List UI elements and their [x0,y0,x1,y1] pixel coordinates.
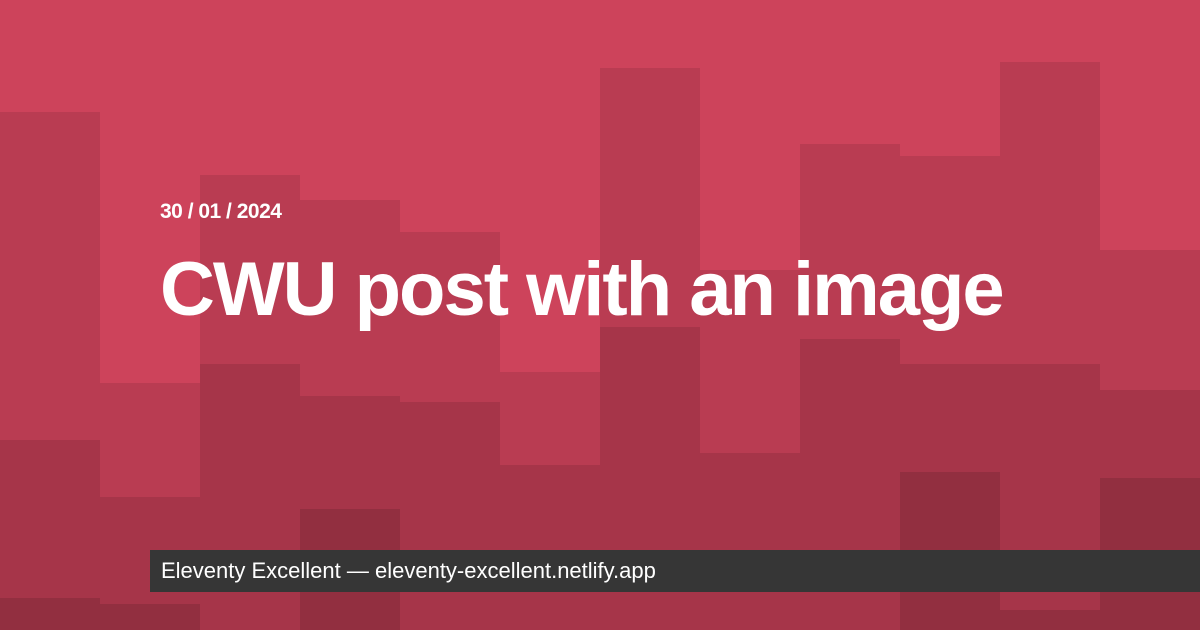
background-block [0,598,100,630]
post-title: CWU post with an image [160,247,1005,332]
background-block [1000,610,1100,630]
background-block [700,453,800,630]
site-footer-bar: Eleventy Excellent — eleventy-excellent.… [150,550,1200,592]
background-block [400,402,500,630]
background-block [500,465,600,630]
post-date: 30 / 01 / 2024 [160,200,282,223]
background-block [100,604,200,630]
